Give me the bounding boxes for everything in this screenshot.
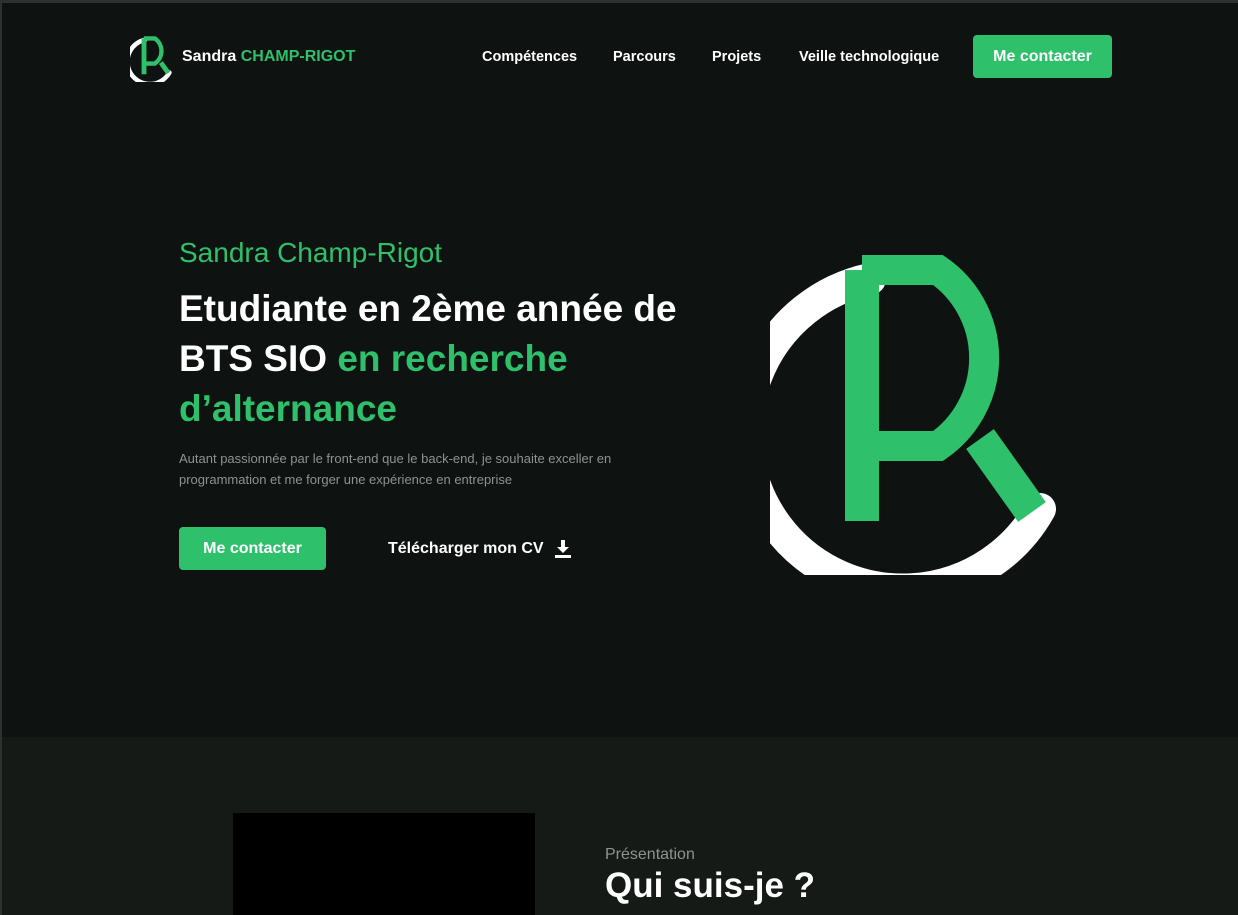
- nav-link-parcours[interactable]: Parcours: [613, 49, 676, 65]
- nav-link-veille[interactable]: Veille technologique: [799, 49, 939, 65]
- nav-contact-button[interactable]: Me contacter: [973, 35, 1112, 78]
- brand-name[interactable]: Sandra CHAMP-RIGOT: [182, 48, 355, 66]
- about-eyebrow: Présentation: [605, 846, 695, 863]
- logo-icon[interactable]: [130, 34, 174, 82]
- hero-description: Autant passionnée par le front-end que l…: [179, 451, 612, 487]
- hero-logo-icon: [770, 255, 1056, 575]
- profile-image: [233, 813, 535, 915]
- brand-last-name: CHAMP-RIGOT: [240, 48, 356, 65]
- hero-title: Etudiante en 2ème année de BTS SIO en re…: [179, 284, 719, 434]
- download-cv-label: Télécharger mon CV: [388, 540, 544, 557]
- hero-name: Sandra Champ-Rigot: [179, 237, 443, 268]
- about-title: Qui suis-je ?: [605, 866, 816, 905]
- nav-link-competences[interactable]: Compétences: [482, 49, 577, 65]
- download-icon: [554, 540, 571, 558]
- about-section: Présentation Qui suis-je ?: [2, 737, 1238, 915]
- page: Sandra CHAMP-RIGOT Compétences Parcours …: [2, 3, 1238, 915]
- brand-first-name: Sandra: [182, 48, 237, 65]
- download-cv-link[interactable]: Télécharger mon CV: [388, 539, 572, 559]
- hero-contact-button[interactable]: Me contacter: [179, 527, 326, 570]
- nav-link-projets[interactable]: Projets: [712, 49, 761, 65]
